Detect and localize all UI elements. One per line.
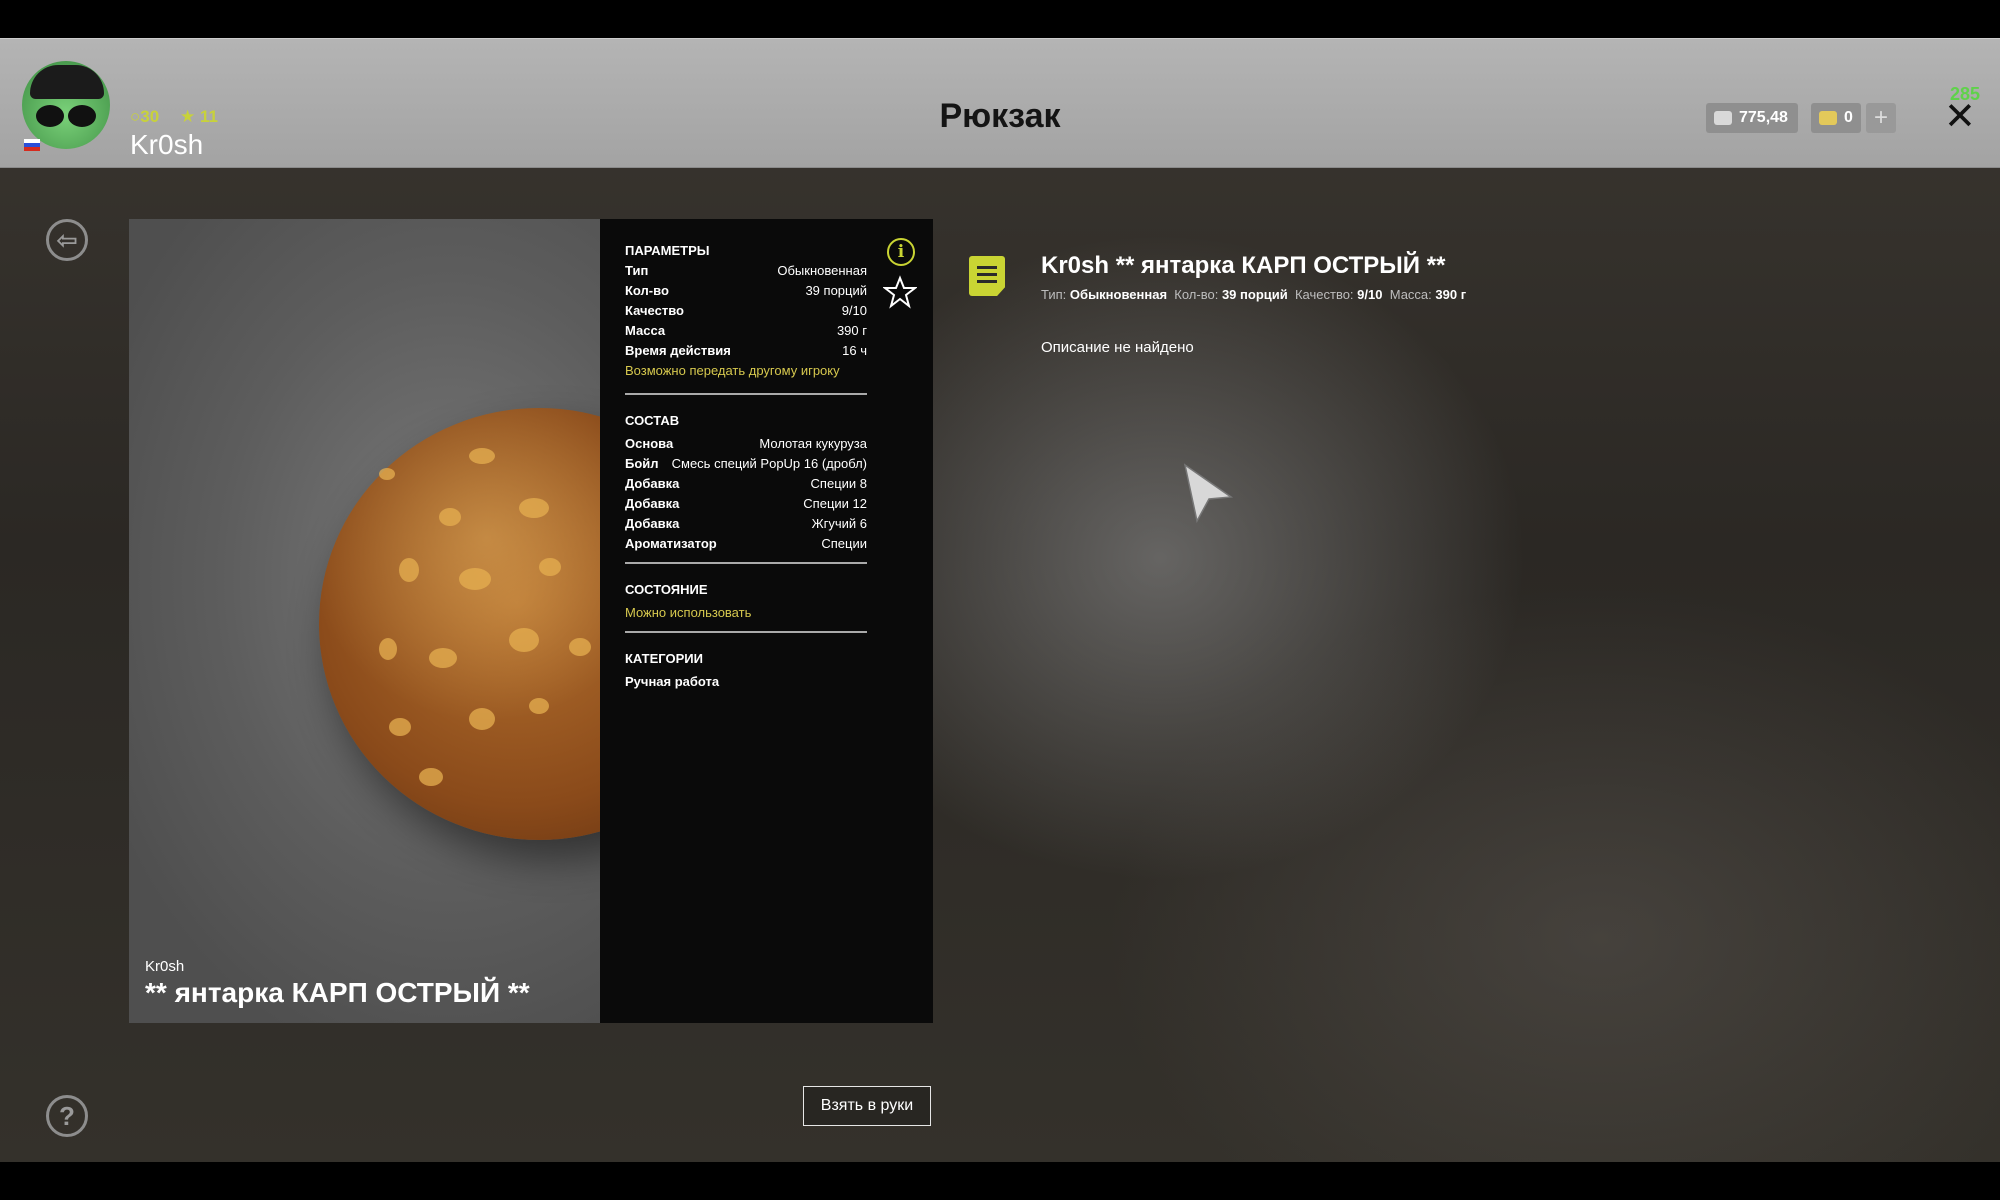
composition-row: Добавка Жгучий 6 bbox=[625, 516, 867, 531]
param-row: Качество 9/10 bbox=[625, 303, 867, 318]
flag-icon bbox=[24, 139, 40, 151]
item-owner: Kr0sh bbox=[145, 958, 185, 975]
help-button[interactable]: ? bbox=[46, 1095, 88, 1137]
composition-title: СОСТАВ bbox=[625, 413, 680, 428]
transferable-note: Возможно передать другому игроку bbox=[625, 363, 840, 378]
info-icon[interactable]: i bbox=[887, 238, 915, 266]
composition-row: Добавка Специи 12 bbox=[625, 496, 867, 511]
param-row: Кол-во 39 порций bbox=[625, 283, 867, 298]
divider bbox=[625, 631, 867, 633]
cursor-icon bbox=[1183, 463, 1234, 524]
gold-currency[interactable]: 0 bbox=[1811, 103, 1861, 133]
help-icon: ? bbox=[59, 1101, 75, 1131]
composition-row: Бойл Смесь специй PopUp 16 (дробл) bbox=[625, 456, 867, 471]
page-title: Рюкзак bbox=[939, 97, 1061, 135]
boilie-image bbox=[319, 408, 600, 840]
detail-meta: Тип: Обыкновенная Кол-во: 39 порций Каче… bbox=[1041, 287, 1467, 302]
param-row: Время действия 16 ч bbox=[625, 343, 867, 358]
category-value: Ручная работа bbox=[625, 674, 720, 689]
composition-row: Ароматизатор Специи bbox=[625, 536, 867, 551]
item-preview: Kr0sh ** янтарка КАРП ОСТРЫЙ ** bbox=[129, 219, 600, 1023]
categories-title: КАТЕГОРИИ bbox=[625, 651, 703, 666]
detail-title: Kr0sh ** янтарка КАРП ОСТРЫЙ ** bbox=[1041, 252, 1446, 279]
composition-row: Основа Молотая кукуруза bbox=[625, 436, 867, 451]
param-row: Масса 390 г bbox=[625, 323, 867, 338]
fps-counter: 285 bbox=[1950, 84, 1981, 104]
silver-currency[interactable]: 775,48 bbox=[1706, 103, 1798, 133]
header-bar: ○30 ★ 11 Kr0sh Рюкзак 775,48 0 + ✕ bbox=[0, 38, 2000, 168]
params-title: ПАРАМЕТРЫ bbox=[625, 243, 710, 258]
add-currency-button[interactable]: + bbox=[1866, 103, 1896, 133]
item-info-panel: i ПАРАМЕТРЫ Тип Обыкновенная Кол-во 39 пор… bbox=[600, 219, 933, 1023]
divider bbox=[625, 393, 867, 395]
back-button[interactable]: ⇦ bbox=[46, 219, 88, 261]
take-in-hands-button[interactable]: Взять в руки bbox=[803, 1086, 931, 1126]
item-name: ** янтарка КАРП ОСТРЫЙ ** bbox=[145, 977, 530, 1008]
star-icon[interactable] bbox=[883, 275, 917, 309]
item-card: Kr0sh ** янтарка КАРП ОСТРЫЙ ** i ПАРАМЕ… bbox=[129, 219, 933, 1023]
gold-coin-icon bbox=[1819, 111, 1837, 125]
state-title: СОСТОЯНИЕ bbox=[625, 582, 708, 597]
app-window: ○30 ★ 11 Kr0sh Рюкзак 775,48 0 + ✕ 285 ⇦… bbox=[0, 38, 2000, 1162]
silver-coin-icon bbox=[1714, 111, 1732, 125]
document-icon bbox=[969, 256, 1005, 296]
divider bbox=[625, 562, 867, 564]
composition-row: Добавка Специи 8 bbox=[625, 476, 867, 491]
state-value: Можно использовать bbox=[625, 605, 752, 620]
param-row: Тип Обыкновенная bbox=[625, 263, 867, 278]
back-icon: ⇦ bbox=[56, 225, 78, 255]
item-description: Описание не найдено bbox=[1041, 339, 1194, 356]
